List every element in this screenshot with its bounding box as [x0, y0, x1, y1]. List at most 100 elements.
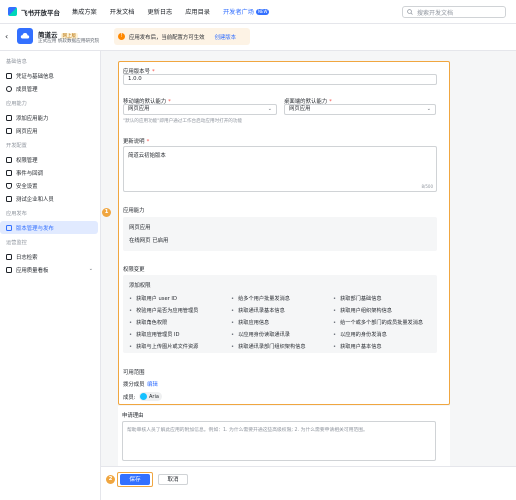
capability-label: 应用能力 — [123, 208, 145, 214]
sidebar-item-label: 网页应用 — [16, 128, 38, 135]
logo-text: 飞书开放平台 — [21, 8, 60, 17]
capability-desc: 在线网页 已启用 — [129, 238, 169, 244]
app-icon — [17, 28, 33, 44]
sidebar-item-label: 日志检索 — [16, 254, 38, 261]
desktop-default-select[interactable]: 网页应用 ⌄ — [284, 104, 436, 115]
permission-item: 给多个用户批量发消息 — [231, 295, 290, 302]
member-chip: Aria — [139, 392, 162, 401]
permission-item: 获取应用信息 — [231, 319, 269, 326]
feishu-logo-icon — [8, 7, 17, 16]
reason-placeholder: 帮助审核人员了解此应用的附加信息。例如：1. 为什么需要开通这些高级权限; 2.… — [127, 428, 368, 433]
mobile-default-select[interactable]: 网页应用 ⌄ — [123, 104, 277, 115]
reason-panel: 申请理由 帮助审核人员了解此应用的附加信息。例如：1. 为什么需要开通这些高级权… — [118, 406, 450, 466]
permission-change-label: 权限变更 — [123, 267, 145, 273]
reason-textarea[interactable]: 帮助审核人员了解此应用的附加信息。例如：1. 为什么需要开通这些高级权限; 2.… — [122, 421, 436, 461]
permission-sub-title: 添加权限 — [129, 283, 151, 289]
nav-item-changelog[interactable]: 更新日志 — [148, 7, 173, 16]
nav-item-developer-plaza[interactable]: 开发者广场 NEW — [223, 7, 270, 16]
member-label: 成员: — [123, 395, 136, 401]
update-notes-label: 更新说明 * — [123, 139, 150, 145]
sidebar-item-events[interactable]: 事件与回调 — [0, 166, 98, 179]
publish-notice: ! 应用发布后，当前配置方可生效 创建版本 — [114, 28, 250, 45]
log-icon — [6, 253, 12, 260]
scope-sub-label: 拨分成员 — [123, 382, 145, 388]
sidebar-item-label: 权限管理 — [16, 157, 38, 164]
search-icon — [407, 9, 413, 15]
permission-item: 获取应用管理员 ID — [129, 331, 180, 338]
permission-item: 获取用户基本信息 — [333, 343, 382, 350]
cloud-icon — [20, 33, 30, 39]
avatar — [140, 393, 147, 400]
reason-label: 申请理由 — [122, 413, 144, 419]
permission-item: 获取与上传图片或文件资源 — [129, 343, 198, 350]
permission-item: 校验用户是否为应用管理员 — [129, 307, 198, 314]
permission-item: 获取角色权限 — [129, 319, 167, 326]
new-badge: NEW — [255, 9, 270, 15]
mobile-default-value: 网页应用 — [128, 106, 150, 112]
scope-edit-link[interactable]: 编辑 — [147, 380, 158, 388]
nav-item-solutions[interactable]: 集成方案 — [72, 7, 97, 16]
sidebar-item-label: 测试企业和人员 — [16, 196, 54, 203]
sidebar-group-capabilities: 应用能力 — [6, 101, 27, 107]
permission-item: 获取部门基础信息 — [333, 295, 382, 302]
scope-label: 可用范围 — [123, 370, 145, 376]
permission-item: 以应用的身份发消息 — [333, 331, 387, 338]
permission-item: 获取通讯录基本信息 — [231, 307, 285, 314]
nav-item-docs[interactable]: 开发文档 — [110, 7, 135, 16]
web-icon — [6, 127, 12, 134]
capability-title: 网页应用 — [129, 225, 151, 231]
sidebar-item-label: 安全设置 — [16, 183, 38, 190]
sidebar-item-version-release[interactable]: 版本管理与发布 — [0, 221, 98, 234]
sidebar-item-add-capability[interactable]: 添加应用能力 — [0, 111, 98, 124]
save-button[interactable]: 保存 — [120, 474, 150, 485]
key-icon — [6, 72, 12, 79]
sidebar-item-members[interactable]: 成员管理 — [0, 82, 98, 95]
test-icon — [6, 195, 12, 202]
top-navigation-bar: 飞书开放平台 集成方案 开发文档 更新日志 应用目录 开发者广场 NEW 搜索开发… — [0, 0, 516, 24]
sidebar-item-quality-dashboard[interactable]: 应用质量看板 ⌄ — [0, 263, 98, 276]
sidebar-item-security[interactable]: 安全设置 — [0, 179, 98, 192]
sidebar-group-release: 应用发布 — [6, 211, 27, 217]
search-placeholder: 搜索开发文档 — [417, 9, 454, 17]
permission-item: 以应用身份读取通讯录 — [231, 331, 290, 338]
nav-item-app-directory[interactable]: 应用目录 — [185, 7, 210, 16]
shield-icon — [6, 182, 12, 189]
cancel-button[interactable]: 取消 — [158, 474, 188, 485]
sidebar-item-credentials[interactable]: 凭证与基础信息 — [0, 69, 98, 82]
sidebar-group-monitoring: 运营监控 — [6, 240, 27, 246]
update-notes-value: 简道云初始版本 — [128, 153, 166, 159]
sidebar-item-label: 事件与回调 — [16, 170, 43, 177]
grid-icon — [6, 114, 12, 121]
back-arrow-icon[interactable]: ‹ — [5, 32, 8, 41]
search-input[interactable]: 搜索开发文档 — [402, 6, 506, 18]
release-icon — [6, 224, 12, 231]
permission-item: 获取通讯录部门组织架构信息 — [231, 343, 305, 350]
sidebar-item-label: 凭证与基础信息 — [16, 73, 54, 80]
notice-text: 应用发布后，当前配置方可生效 — [129, 34, 205, 41]
version-form: 应用版本号 * 1.0.0 移动端的默认能力 * 网页应用 ⌄ "默认的应用功能"即用… — [118, 61, 450, 405]
sidebar-group-dev-config: 开发配置 — [6, 143, 27, 149]
sidebar-item-web-app[interactable]: 网页应用 — [0, 124, 98, 137]
step-badge-1: 1 — [102, 208, 111, 217]
permission-item: 获取用户组织架构信息 — [333, 307, 392, 314]
permission-item: 获取用户 user ID — [129, 295, 177, 302]
main-nav: 集成方案 开发文档 更新日志 应用目录 开发者广场 NEW — [72, 7, 282, 16]
desktop-default-value: 网页应用 — [289, 106, 311, 112]
create-version-link[interactable]: 创建版本 — [214, 33, 236, 41]
sidebar-item-label: 成员管理 — [16, 86, 38, 93]
sidebar-item-label: 版本管理与发布 — [16, 225, 54, 232]
warning-icon: ! — [118, 33, 125, 40]
version-input[interactable]: 1.0.0 — [123, 74, 437, 85]
app-header: ‹ 简道云 网上版 正式应用 帆软数据应用研究院 ! 应用发布后，当前配置方可生效… — [0, 24, 516, 51]
sidebar-group-basic: 基础信息 — [6, 59, 27, 65]
chevron-down-icon: ⌄ — [267, 106, 272, 112]
platform-logo[interactable]: 飞书开放平台 — [8, 7, 72, 17]
sidebar-item-test-tenants[interactable]: 测试企业和人员 — [0, 192, 98, 205]
update-notes-textarea[interactable]: 简道云初始版本 8/500 — [123, 146, 437, 192]
sidebar-item-log-search[interactable]: 日志检索 — [0, 250, 98, 263]
chevron-down-icon: ⌄ — [426, 106, 431, 112]
permission-item: 给一个或多个部门的成员批量发消息 — [333, 319, 423, 326]
char-counter: 8/500 — [421, 184, 433, 189]
event-icon — [6, 169, 12, 176]
sidebar-item-permissions[interactable]: 权限管理 — [0, 153, 98, 166]
